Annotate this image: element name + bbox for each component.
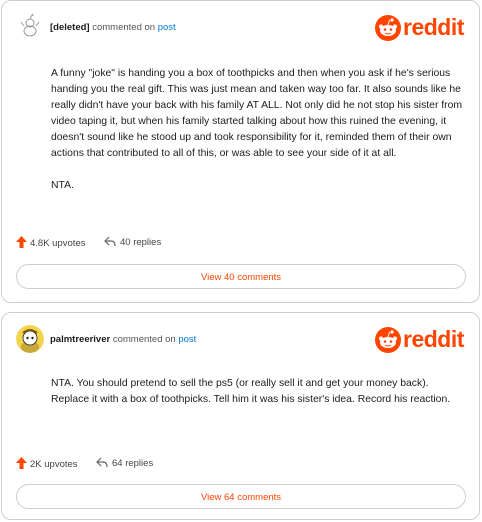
- replies-count: 64 replies: [112, 458, 154, 469]
- reddit-alien-icon: [375, 15, 401, 41]
- action-text: commented on: [112, 334, 176, 345]
- upvote-arrow-icon: [16, 236, 27, 248]
- username[interactable]: [deleted]: [50, 22, 90, 33]
- replies-button[interactable]: 64 replies: [96, 457, 153, 469]
- comment-meta: palmtreeriver commented on post: [50, 334, 196, 345]
- action-text: commented on: [92, 22, 156, 33]
- comment-paragraph: NTA.: [51, 180, 74, 191]
- deleted-user-icon[interactable]: [16, 13, 44, 41]
- snoo-avatar-icon[interactable]: [16, 325, 44, 353]
- comment-header: [deleted] commented on post reddit: [16, 13, 467, 45]
- upvote-count: 2K upvotes: [30, 459, 78, 470]
- comment-body: A funny "joke" is handing you a box of t…: [51, 66, 465, 210]
- replies-button[interactable]: 40 replies: [104, 236, 161, 248]
- reply-icon: [96, 457, 108, 468]
- view-comments-button[interactable]: View 64 comments: [16, 484, 466, 509]
- username[interactable]: palmtreeriver: [50, 334, 110, 345]
- comment-card: palmtreeriver commented on post reddit N…: [1, 312, 480, 520]
- comment-body: NTA. You should pretend to sell the ps5 …: [51, 376, 465, 424]
- view-comments-button[interactable]: View 40 comments: [16, 264, 466, 289]
- upvote-button[interactable]: 4.8K upvotes: [16, 236, 85, 249]
- comment-header: palmtreeriver commented on post reddit: [16, 325, 467, 357]
- post-link[interactable]: post: [158, 22, 176, 33]
- upvote-count: 4.8K upvotes: [30, 238, 86, 249]
- reddit-wordmark: reddit: [403, 326, 464, 352]
- reply-icon: [104, 236, 116, 247]
- reddit-logo[interactable]: reddit: [375, 325, 467, 355]
- comment-paragraph: NTA. You should pretend to sell the ps5 …: [51, 378, 451, 405]
- upvote-button[interactable]: 2K upvotes: [16, 457, 78, 470]
- reddit-wordmark: reddit: [403, 14, 464, 40]
- replies-count: 40 replies: [120, 237, 162, 248]
- comment-paragraph: A funny "joke" is handing you a box of t…: [51, 68, 463, 159]
- reddit-logo[interactable]: reddit: [375, 13, 467, 43]
- reddit-alien-icon: [375, 327, 401, 353]
- comment-card: [deleted] commented on post reddit A fun…: [1, 0, 480, 303]
- post-link[interactable]: post: [178, 334, 196, 345]
- upvote-arrow-icon: [16, 457, 27, 469]
- comment-meta: [deleted] commented on post: [50, 22, 176, 33]
